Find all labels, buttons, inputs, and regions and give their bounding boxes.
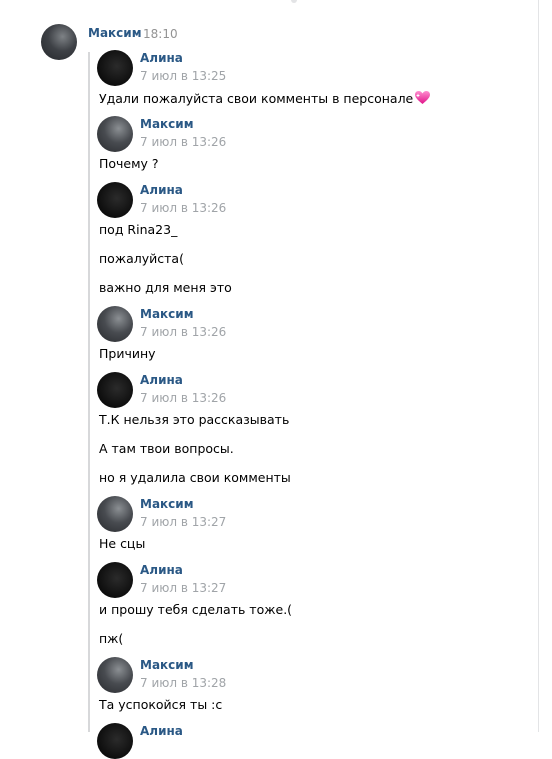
forwarded-date[interactable]: 7 июл в 13:27: [140, 515, 226, 529]
forwarded-author[interactable]: Максим: [140, 497, 194, 511]
message-text: под Rina23_: [99, 222, 178, 237]
message-text: важно для меня это: [99, 280, 232, 295]
forwarded-avatar-maksim[interactable]: [97, 496, 133, 532]
message-time[interactable]: 18:10: [143, 27, 178, 41]
message-text: и прошу тебя сделать тоже.(: [99, 602, 293, 617]
sender-name[interactable]: Максим: [88, 26, 142, 40]
message-text: Причину: [99, 346, 156, 361]
forwarded-avatar-maksim[interactable]: [97, 657, 133, 693]
forwarded-avatar-alina[interactable]: [97, 562, 133, 598]
forwarded-author[interactable]: Максим: [140, 307, 194, 321]
forwarded-author[interactable]: Алина: [140, 563, 183, 577]
forwarded-date[interactable]: 7 июл в 13:26: [140, 201, 226, 215]
forwarded-avatar-maksim[interactable]: [97, 306, 133, 342]
sparkling-heart-icon: [414, 90, 431, 108]
message-text: Почему ?: [99, 156, 159, 171]
forwarded-avatar-alina[interactable]: [97, 372, 133, 408]
forwarded-date[interactable]: 7 июл в 13:25: [140, 69, 226, 83]
forwarded-avatar-alina[interactable]: [97, 723, 133, 759]
forwarded-avatar-maksim[interactable]: [97, 116, 133, 152]
forwarded-date[interactable]: 7 июл в 13:28: [140, 676, 226, 690]
message-text: Не сцы: [99, 536, 146, 551]
forwarded-avatar-alina[interactable]: [97, 182, 133, 218]
message-text: пожалуйста(: [99, 251, 184, 266]
forwarded-author[interactable]: Алина: [140, 51, 183, 65]
forwarded-author[interactable]: Алина: [140, 724, 183, 738]
forwarded-date[interactable]: 7 июл в 13:26: [140, 135, 226, 149]
sender-avatar[interactable]: [41, 24, 77, 60]
forwarded-date[interactable]: 7 июл в 13:26: [140, 325, 226, 339]
forwarded-thread-line: [88, 52, 90, 732]
forwarded-author[interactable]: Алина: [140, 373, 183, 387]
forwarded-author[interactable]: Максим: [140, 117, 194, 131]
message-text: А там твои вопросы.: [99, 441, 234, 456]
message-panel: [0, 0, 539, 732]
forwarded-author[interactable]: Максим: [140, 658, 194, 672]
message-text: Удали пожалуйста свои комменты в персона…: [99, 90, 431, 108]
message-text: Т.К нельзя это рассказывать: [99, 412, 290, 427]
forwarded-avatar-alina[interactable]: [97, 50, 133, 86]
message-text: но я удалила свои комменты: [99, 470, 291, 485]
forwarded-date[interactable]: 7 июл в 13:27: [140, 581, 226, 595]
forwarded-date[interactable]: 7 июл в 13:26: [140, 391, 226, 405]
forwarded-author[interactable]: Алина: [140, 183, 183, 197]
message-text: пж(: [99, 631, 124, 646]
message-text: Та успокойся ты :с: [99, 697, 223, 712]
